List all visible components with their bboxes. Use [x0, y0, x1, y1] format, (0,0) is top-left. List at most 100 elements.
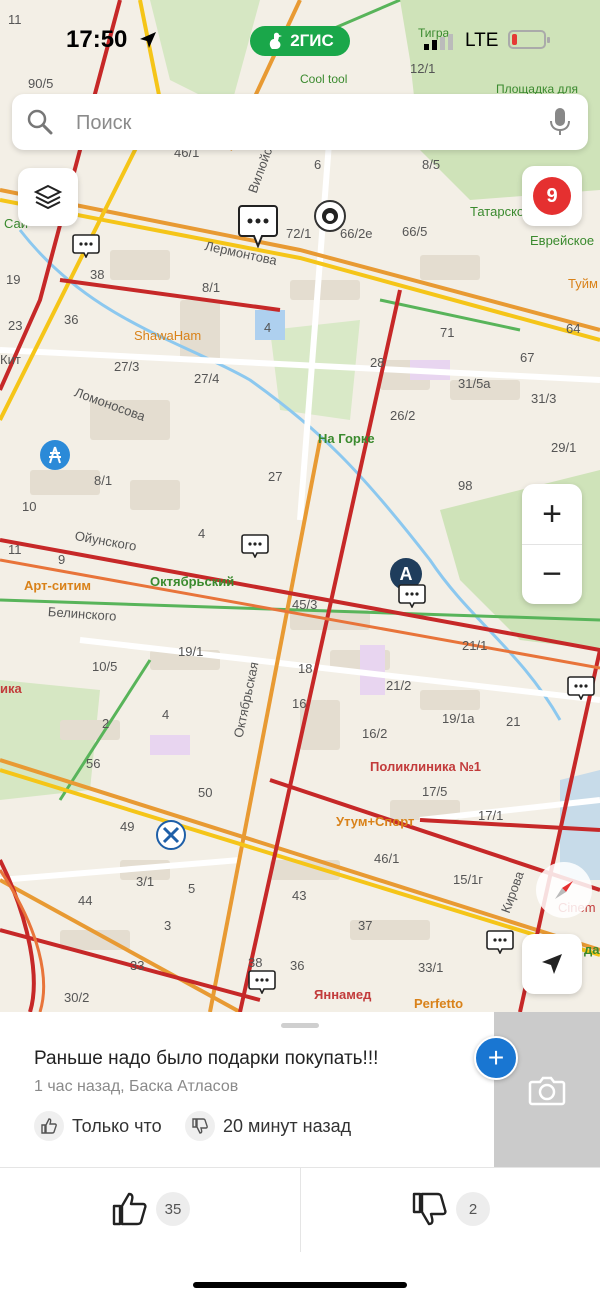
network-type: LTE: [465, 30, 499, 51]
house-number: 2: [102, 716, 110, 731]
house-number: 19/1а: [442, 711, 475, 726]
house-number: 19/1: [178, 644, 204, 659]
thumbs-down-icon: [412, 1192, 447, 1226]
house-number: 26/2: [390, 408, 416, 423]
layers-button[interactable]: [18, 168, 78, 226]
dislike-button[interactable]: 2: [412, 1192, 490, 1226]
my-location-button[interactable]: [522, 934, 582, 994]
tools-marker[interactable]: [156, 820, 186, 850]
house-number: 72/1: [286, 226, 312, 241]
brand-badge[interactable]: 2ГИС: [250, 26, 350, 56]
poi-art-sitim[interactable]: Арт-ситим: [24, 578, 91, 593]
add-photo-button[interactable]: +: [474, 1036, 518, 1080]
zoom-out-button[interactable]: −: [522, 544, 582, 604]
lion-logo-marker[interactable]: [314, 200, 346, 232]
map-base: [0, 0, 600, 1012]
comment-text: Раньше надо было подарки покупать!!!: [34, 1048, 379, 1069]
house-number: 8/1: [202, 280, 221, 295]
poi-kit[interactable]: Кит: [0, 352, 21, 367]
cellular-signal-icon: [424, 34, 453, 50]
comment-bubble-icon[interactable]: [248, 970, 276, 994]
house-number: 36: [64, 312, 79, 327]
poi-tuyma[interactable]: Туйм: [568, 276, 598, 291]
compass-button[interactable]: [536, 862, 592, 918]
poi-shawaham[interactable]: ShawaHam: [134, 328, 201, 343]
comment-bubble-icon[interactable]: [241, 534, 269, 558]
poi-oktyabrsky[interactable]: Октябрьский: [150, 574, 234, 589]
power-station-marker[interactable]: [40, 440, 70, 470]
notifications-button[interactable]: 9: [522, 166, 582, 226]
house-number: 31/5а: [458, 376, 491, 391]
house-number: 30/2: [64, 990, 90, 1005]
house-number: 21/2: [386, 678, 412, 693]
house-number: 28: [370, 355, 385, 370]
house-number: 44: [78, 893, 93, 908]
photo-placeholder[interactable]: [494, 1012, 600, 1168]
poi-na-gorke[interactable]: На Горке: [318, 431, 375, 446]
house-number: 66/5: [402, 224, 428, 239]
house-number: 23: [8, 318, 23, 333]
house-number: 66/2е: [340, 226, 373, 241]
comment-bubble-icon[interactable]: [238, 204, 278, 248]
thumbs-down-icon: [185, 1111, 215, 1141]
house-number: 3: [164, 918, 172, 933]
location-arrow-icon: [542, 954, 562, 974]
house-number: 21/1: [462, 638, 488, 653]
camera-icon: [528, 1076, 566, 1106]
microphone-icon[interactable]: [548, 107, 572, 137]
poi-yannamed[interactable]: Яннамед: [314, 987, 371, 1002]
poi-poliklinika[interactable]: Поликлиника №1: [370, 759, 481, 774]
house-number: 8/1: [94, 473, 113, 488]
comment-bubble-icon[interactable]: [486, 930, 514, 954]
lion-icon: [322, 208, 338, 224]
house-number: 64: [566, 321, 581, 336]
house-number: 31/3: [531, 391, 557, 406]
house-number: 33: [130, 958, 145, 973]
dislike-count: 2: [456, 1192, 490, 1226]
like-time-label: Только что: [72, 1115, 162, 1136]
house-number: 67: [520, 350, 535, 365]
poi-da[interactable]: да: [584, 942, 599, 957]
search-input[interactable]: Поиск: [76, 112, 131, 135]
thumbs-up-icon: [112, 1192, 147, 1226]
search-icon: [27, 109, 53, 135]
home-indicator[interactable]: [193, 1282, 407, 1288]
like-button[interactable]: 35: [112, 1192, 190, 1226]
house-number: 50: [198, 785, 213, 800]
status-bar: 17:50 2ГИС LTE: [0, 0, 600, 80]
house-number: 11: [8, 542, 22, 557]
house-number: 21: [506, 714, 521, 729]
house-number: 37: [358, 918, 373, 933]
map-view[interactable]: Лермонтова Ломоносова Ойунского Белинско…: [0, 0, 600, 1012]
dislike-time-chip[interactable]: 20 минут назад: [185, 1110, 351, 1142]
like-time-chip[interactable]: Только что: [34, 1110, 162, 1142]
house-number: 49: [120, 819, 135, 834]
house-number: 16/2: [362, 726, 388, 741]
comment-bubble-icon[interactable]: [398, 584, 426, 608]
house-number: 4: [162, 707, 170, 722]
zoom-in-button[interactable]: +: [522, 484, 582, 544]
comment-bubble-icon[interactable]: [567, 676, 595, 700]
poi-perfetto[interactable]: Perfetto: [414, 996, 463, 1011]
house-number: 3/1: [136, 874, 155, 889]
house-number: 10: [22, 499, 37, 514]
sheet-drag-handle[interactable]: [281, 1023, 319, 1028]
house-number: 33/1: [418, 960, 444, 975]
house-number: 36: [290, 958, 305, 973]
comment-bubble-icon[interactable]: [72, 234, 100, 258]
poi-utum-sport[interactable]: Утум+Спорт: [336, 814, 414, 829]
brand-name: 2ГИС: [290, 31, 334, 50]
thumbs-up-icon: [34, 1111, 64, 1141]
power-tower-icon: [49, 446, 61, 464]
house-number: 4: [264, 320, 272, 335]
poi-evreyskoe[interactable]: Еврейское: [530, 233, 594, 248]
zoom-controls: + −: [522, 484, 582, 604]
location-services-icon: [140, 32, 156, 48]
search-bar[interactable]: Поиск: [12, 94, 588, 150]
poi-tatarskoe[interactable]: Татарско: [470, 204, 524, 219]
house-number: 6: [314, 157, 322, 172]
house-number: 29/1: [551, 440, 577, 455]
house-number: 98: [458, 478, 473, 493]
house-number: 56: [86, 756, 101, 771]
poi-ika[interactable]: ика: [0, 681, 22, 696]
